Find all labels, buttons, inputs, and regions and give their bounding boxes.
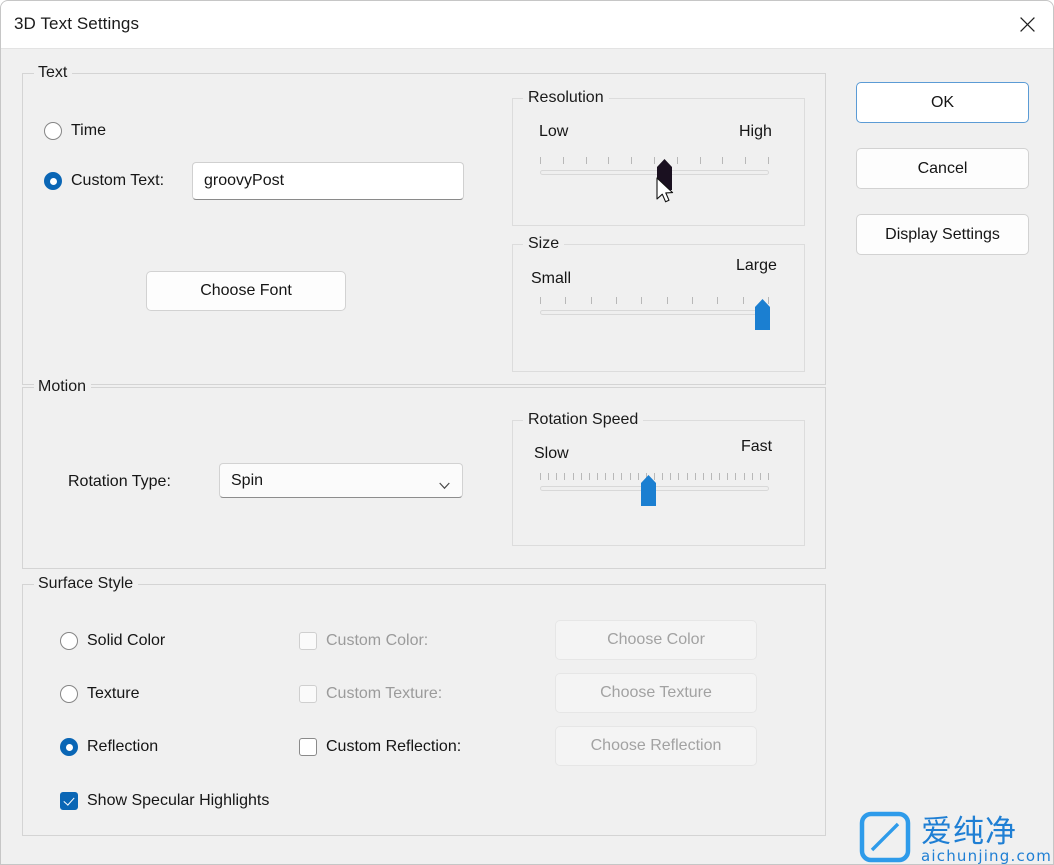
radio-reflection-label: Reflection xyxy=(87,738,159,755)
watermark-logo-icon xyxy=(859,811,911,864)
radio-solid-color-label: Solid Color xyxy=(87,632,166,649)
rotation-type-select[interactable]: Spin xyxy=(219,463,463,498)
checkbox-custom-texture[interactable]: Custom Texture: xyxy=(299,685,442,703)
radio-texture-indicator xyxy=(60,685,78,703)
checkbox-custom-reflection[interactable]: Custom Reflection: xyxy=(299,738,461,756)
close-icon[interactable] xyxy=(1001,1,1053,47)
checkbox-show-specular-highlights[interactable]: Show Specular Highlights xyxy=(60,792,269,810)
size-large-label: Large xyxy=(736,257,777,274)
rotation-speed-slider[interactable] xyxy=(540,473,769,507)
resolution-slider-ticks xyxy=(540,157,769,164)
checkbox-custom-color-label: Custom Color: xyxy=(326,632,429,649)
resolution-high-label: High xyxy=(739,123,772,140)
custom-text-input-value: groovyPost xyxy=(204,172,285,189)
rotation-type-value: Spin xyxy=(231,471,264,489)
radio-custom-text-label: Custom Text: xyxy=(71,172,165,189)
cancel-button[interactable]: Cancel xyxy=(856,148,1029,189)
resolution-slider[interactable] xyxy=(540,157,769,191)
radio-solid-color-indicator xyxy=(60,632,78,650)
ok-button[interactable]: OK xyxy=(856,82,1029,123)
text-group-legend: Text xyxy=(34,63,73,83)
checkbox-custom-texture-label: Custom Texture: xyxy=(326,685,443,702)
watermark-cjk-text: 爱纯净 xyxy=(921,813,1017,850)
radio-texture-label: Texture xyxy=(87,685,140,702)
motion-group-legend: Motion xyxy=(34,377,92,397)
rotation-speed-group-legend: Rotation Speed xyxy=(523,410,644,430)
radio-reflection-indicator xyxy=(60,738,78,756)
display-settings-button[interactable]: Display Settings xyxy=(856,214,1029,255)
checkbox-show-specular-highlights-indicator xyxy=(60,792,78,810)
radio-time-indicator xyxy=(44,122,62,140)
radio-custom-text-indicator xyxy=(44,172,62,190)
size-slider-track[interactable] xyxy=(540,310,769,315)
checkbox-custom-color-indicator xyxy=(299,632,317,650)
radio-reflection[interactable]: Reflection xyxy=(60,738,158,756)
watermark-domain-text: aichunjing.com xyxy=(921,846,1053,865)
rotation-type-label: Rotation Type: xyxy=(68,473,171,490)
dialog-window: 3D Text Settings Text Time Custom Text: … xyxy=(0,0,1054,865)
checkbox-custom-reflection-label: Custom Reflection: xyxy=(326,738,462,755)
rotation-speed-slider-thumb[interactable] xyxy=(640,475,657,506)
checkbox-custom-texture-indicator xyxy=(299,685,317,703)
choose-reflection-button[interactable]: Choose Reflection xyxy=(555,726,757,766)
size-slider-thumb[interactable] xyxy=(754,299,771,330)
custom-text-input[interactable]: groovyPost xyxy=(192,162,464,200)
resolution-group-legend: Resolution xyxy=(523,88,609,108)
chevron-down-icon xyxy=(439,477,450,489)
size-small-label: Small xyxy=(531,270,572,287)
titlebar-divider xyxy=(1,48,1053,49)
watermark-text: 爱纯净 aichunjing.com xyxy=(921,816,1052,864)
choose-texture-button[interactable]: Choose Texture xyxy=(555,673,757,713)
choose-font-button[interactable]: Choose Font xyxy=(146,271,346,311)
resolution-slider-thumb[interactable] xyxy=(656,159,673,190)
size-slider-ticks xyxy=(540,297,769,304)
checkbox-show-specular-highlights-label: Show Specular Highlights xyxy=(87,792,270,809)
size-group-legend: Size xyxy=(523,234,565,254)
radio-time[interactable]: Time xyxy=(44,122,106,140)
radio-time-label: Time xyxy=(71,122,106,139)
watermark: 爱纯净 aichunjing.com xyxy=(859,811,1052,864)
checkbox-custom-color[interactable]: Custom Color: xyxy=(299,632,428,650)
resolution-slider-track[interactable] xyxy=(540,170,769,175)
radio-texture[interactable]: Texture xyxy=(60,685,139,703)
rotation-speed-slow-label: Slow xyxy=(534,445,569,462)
choose-color-button[interactable]: Choose Color xyxy=(555,620,757,660)
title-bar: 3D Text Settings xyxy=(1,1,1053,48)
resolution-low-label: Low xyxy=(539,123,569,140)
radio-custom-text[interactable]: Custom Text: xyxy=(44,172,164,190)
rotation-speed-fast-label: Fast xyxy=(741,438,773,455)
surface-style-group-legend: Surface Style xyxy=(34,574,139,594)
checkbox-custom-reflection-indicator xyxy=(299,738,317,756)
size-slider[interactable] xyxy=(540,297,771,331)
window-title: 3D Text Settings xyxy=(14,14,140,33)
radio-solid-color[interactable]: Solid Color xyxy=(60,632,165,650)
